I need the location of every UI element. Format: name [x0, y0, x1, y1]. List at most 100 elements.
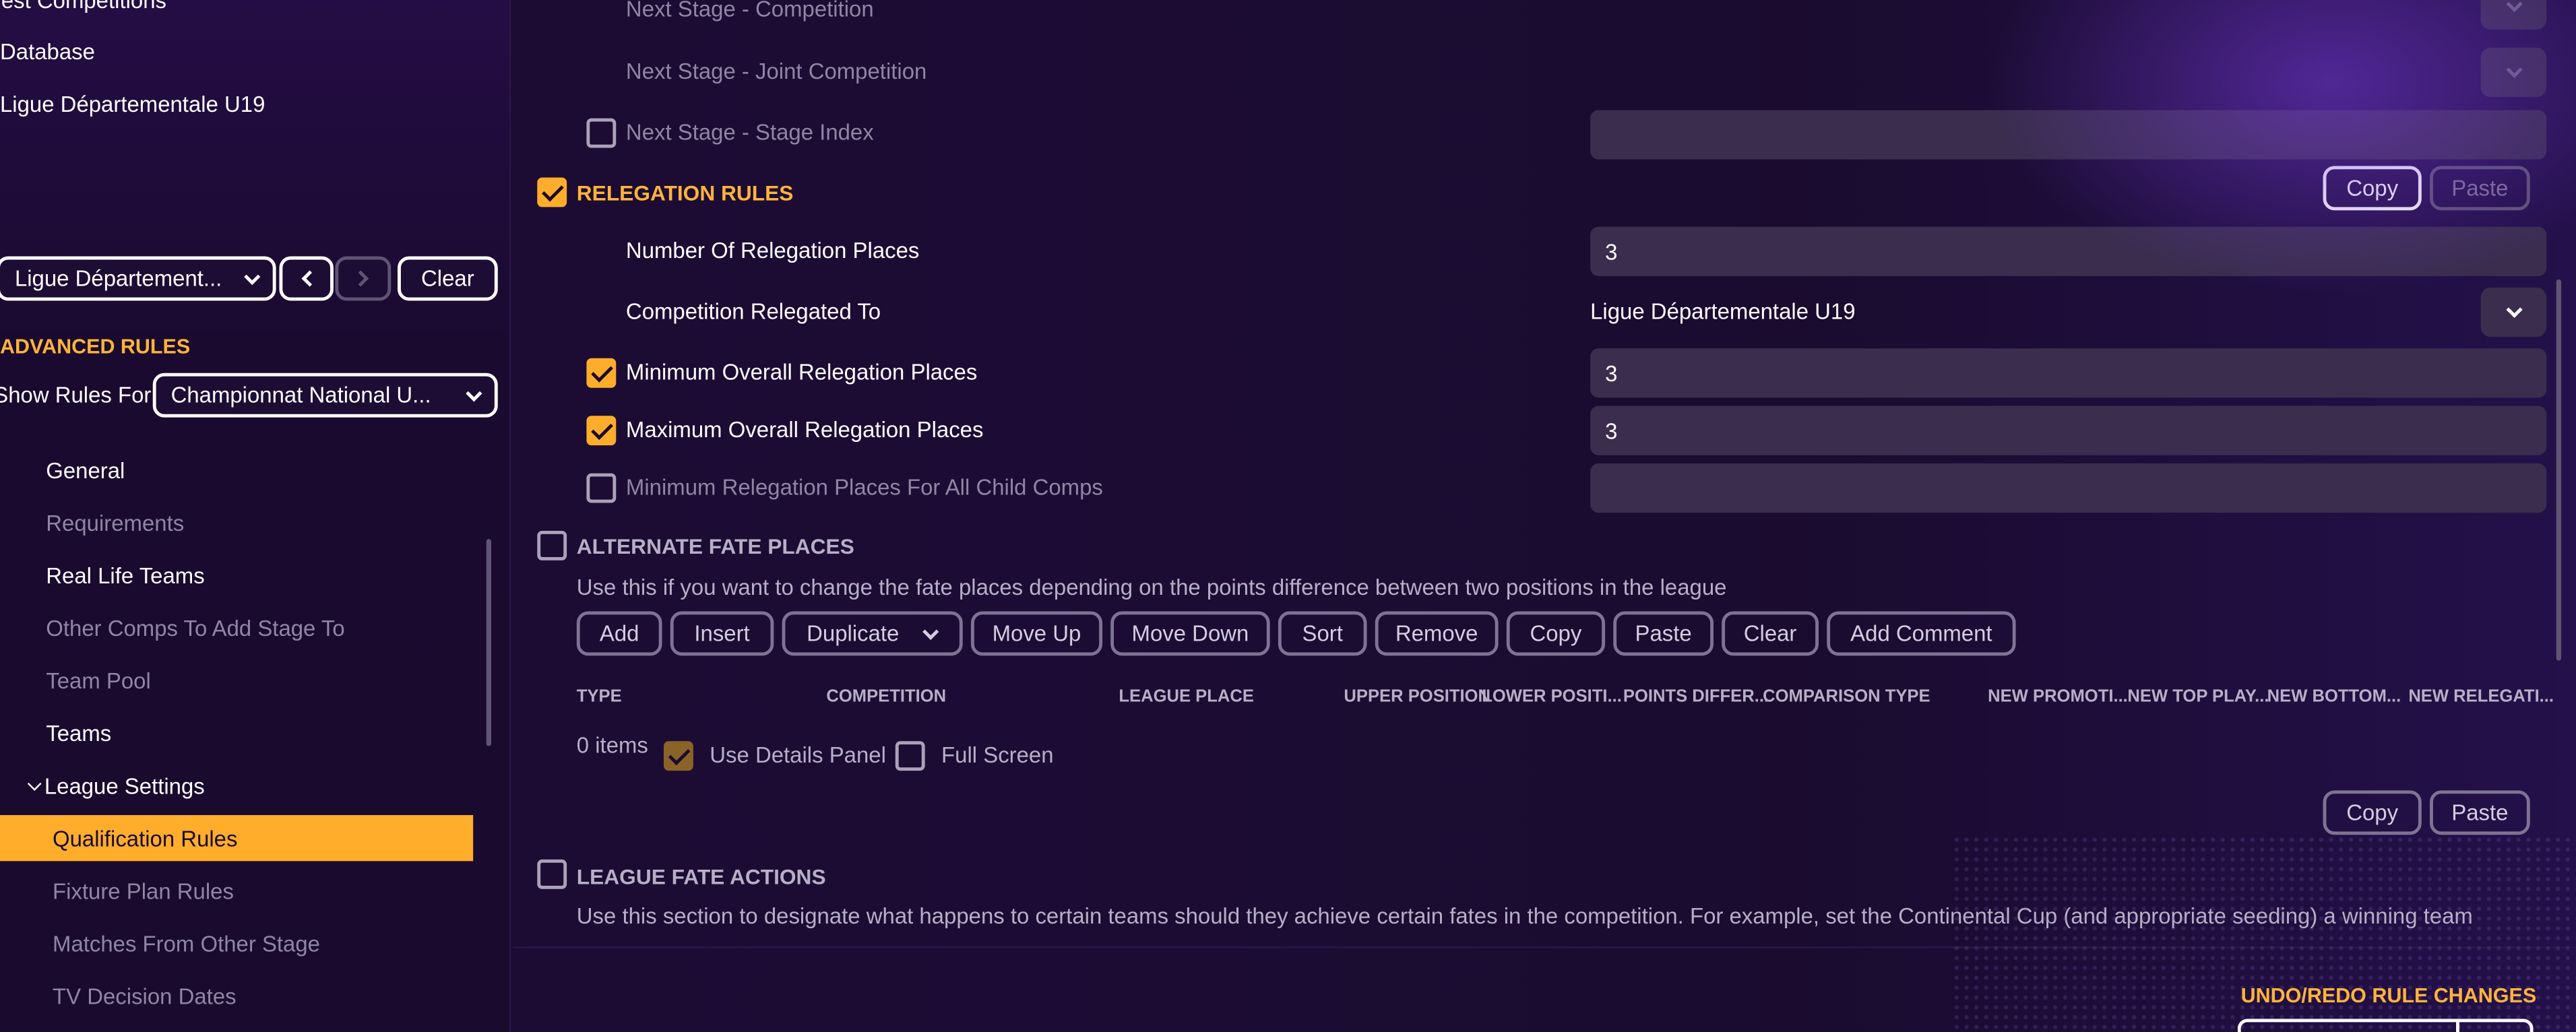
chevron-down-icon	[2505, 300, 2522, 317]
sidebar: Test Competitions Database Ligue Départe…	[0, 0, 511, 1032]
league-fate-actions-title: LEAGUE FATE ACTIONS	[576, 864, 826, 889]
competition-relegated-to-label: Competition Relegated To	[625, 298, 881, 324]
tree-item-fixture-plan-rules[interactable]: Fixture Plan Rules	[53, 879, 234, 904]
column-header-new-promotion[interactable]: NEW PROMOTI...	[1988, 687, 2128, 707]
chevron-down-icon	[244, 267, 261, 284]
next-button[interactable]	[335, 256, 391, 301]
next-stage-stage-index-label: Next Stage - Stage Index	[625, 120, 874, 145]
next-stage-joint-competition-dropdown[interactable]	[2480, 47, 2547, 97]
column-header-competition[interactable]: COMPETITION	[826, 687, 946, 707]
tree-item-qualification-rules-label: Qualification Rules	[53, 827, 238, 851]
table-clear-button[interactable]: Clear	[1722, 611, 1819, 656]
max-overall-relegation-value: 3	[1605, 418, 1618, 443]
chevron-down-icon	[922, 622, 939, 639]
column-header-comparison-type[interactable]: COMPARISON TYPE	[1763, 687, 1930, 707]
tree-item-other-comps[interactable]: Other Comps To Add Stage To	[46, 616, 344, 641]
show-rules-for-value: Championnat National U...	[170, 383, 431, 408]
league-fate-actions-checkbox[interactable]	[537, 859, 567, 889]
tree-item-league-settings-label: League Settings	[44, 773, 205, 799]
advanced-rules-title: ADVANCED RULES	[0, 335, 191, 358]
alternate-paste-button[interactable]: Paste	[2430, 790, 2530, 835]
number-of-relegation-places-field[interactable]: 3	[1590, 226, 2547, 276]
alternate-fate-checkbox[interactable]	[537, 530, 567, 560]
min-child-relegation-checkbox[interactable]	[586, 473, 617, 503]
column-header-type[interactable]: TYPE	[577, 687, 622, 707]
relegation-copy-button[interactable]: Copy	[2323, 166, 2422, 211]
column-header-new-bottom[interactable]: NEW BOTTOM...	[2267, 687, 2401, 707]
undo-redo-marker	[2456, 1020, 2459, 1032]
insert-button[interactable]: Insert	[670, 611, 774, 656]
competition-select[interactable]: Ligue Département...	[0, 256, 276, 301]
min-overall-relegation-field[interactable]: 3	[1590, 348, 2547, 398]
relegation-rules-title: RELEGATION RULES	[576, 181, 794, 205]
undo-redo-bar[interactable]	[2237, 1019, 2534, 1032]
clear-button-label: Clear	[421, 266, 474, 291]
column-header-upper-position[interactable]: UPPER POSITION	[1344, 687, 1490, 707]
tree-item-general[interactable]: General	[46, 459, 125, 484]
tree-item-matches-from-other-stage[interactable]: Matches From Other Stage	[53, 932, 320, 957]
max-overall-relegation-field[interactable]: 3	[1590, 406, 2547, 455]
table-copy-button[interactable]: Copy	[1506, 611, 1606, 656]
move-up-button[interactable]: Move Up	[970, 611, 1102, 656]
show-rules-for-label: Show Rules For	[0, 383, 152, 408]
tree-item-tv-decision-dates[interactable]: TV Decision Dates	[53, 984, 237, 1009]
chevron-right-icon	[352, 270, 369, 287]
min-overall-relegation-checkbox[interactable]	[586, 358, 617, 388]
column-header-league-place[interactable]: LEAGUE PLACE	[1119, 687, 1254, 707]
remove-button[interactable]: Remove	[1375, 611, 1499, 656]
clear-button[interactable]: Clear	[398, 256, 498, 301]
nav-item-ligue[interactable]: Ligue Départementale U19	[0, 92, 265, 117]
use-details-panel-checkbox[interactable]	[664, 741, 693, 771]
column-header-lower-position[interactable]: LOWER POSITI...	[1482, 687, 1622, 707]
min-overall-relegation-value: 3	[1605, 360, 1618, 386]
column-header-points-difference[interactable]: POINTS DIFFER...	[1623, 687, 1769, 707]
sort-button[interactable]: Sort	[1278, 611, 1367, 656]
next-stage-competition-dropdown[interactable]	[2480, 0, 2547, 30]
alternate-copy-button[interactable]: Copy	[2323, 790, 2422, 835]
full-screen-checkbox[interactable]	[895, 741, 925, 771]
tree-item-league-settings[interactable]: League Settings	[27, 773, 205, 799]
relegation-paste-button[interactable]: Paste	[2430, 166, 2530, 211]
tree-item-real-life-teams[interactable]: Real Life Teams	[46, 564, 204, 589]
add-button[interactable]: Add	[576, 611, 662, 656]
tree-item-requirements[interactable]: Requirements	[46, 511, 184, 536]
number-of-relegation-places-value: 3	[1605, 238, 1618, 264]
nav-item-database[interactable]: Database	[0, 40, 95, 65]
show-rules-for-select[interactable]: Championnat National U...	[152, 373, 498, 418]
next-stage-competition-label: Next Stage - Competition	[625, 0, 874, 22]
chevron-down-icon	[466, 384, 482, 401]
chevron-down-icon	[27, 777, 42, 791]
nav-item-test-competitions[interactable]: Test Competitions	[0, 0, 166, 13]
next-stage-stage-index-field[interactable]	[1590, 110, 2547, 160]
tree-item-team-pool[interactable]: Team Pool	[46, 669, 151, 694]
table-paste-button[interactable]: Paste	[1613, 611, 1714, 656]
tree-item-teams[interactable]: Teams	[46, 721, 111, 746]
items-count: 0 items	[576, 733, 648, 758]
next-stage-stage-index-checkbox[interactable]	[586, 118, 617, 148]
add-comment-button[interactable]: Add Comment	[1827, 611, 2016, 656]
previous-button[interactable]	[279, 256, 334, 301]
max-overall-relegation-checkbox[interactable]	[586, 416, 617, 446]
sidebar-scrollbar[interactable]	[486, 539, 492, 746]
use-details-panel-label: Use Details Panel	[710, 742, 886, 768]
alternate-fate-description: Use this if you want to change the fate …	[576, 575, 1727, 600]
app-root: Test Competitions Database Ligue Départe…	[0, 0, 2576, 1032]
main-scrollbar[interactable]	[2556, 279, 2562, 661]
duplicate-button[interactable]: Duplicate	[782, 611, 963, 656]
undo-redo-title: UNDO/REDO RULE CHANGES	[2240, 984, 2537, 1008]
move-down-button[interactable]: Move Down	[1110, 611, 1270, 656]
competition-relegated-to-dropdown[interactable]	[2480, 287, 2547, 337]
competition-select-value: Ligue Département...	[14, 266, 222, 291]
relegation-rules-checkbox[interactable]	[537, 177, 567, 207]
chevron-down-icon	[2505, 0, 2522, 11]
column-header-new-top-play[interactable]: NEW TOP PLAY...	[2127, 687, 2269, 707]
duplicate-button-label: Duplicate	[807, 621, 900, 646]
competition-relegated-to-value: Ligue Départementale U19	[1590, 298, 1856, 324]
tree-item-qualification-rules[interactable]: Qualification Rules	[0, 814, 474, 862]
chevron-down-icon	[2505, 61, 2522, 77]
min-overall-relegation-label: Minimum Overall Relegation Places	[625, 360, 978, 385]
min-child-relegation-field[interactable]	[1590, 463, 2547, 513]
chevron-left-icon	[301, 270, 318, 287]
number-of-relegation-places-label: Number Of Relegation Places	[625, 238, 920, 263]
column-header-new-relegation[interactable]: NEW RELEGATI...	[2408, 687, 2554, 707]
